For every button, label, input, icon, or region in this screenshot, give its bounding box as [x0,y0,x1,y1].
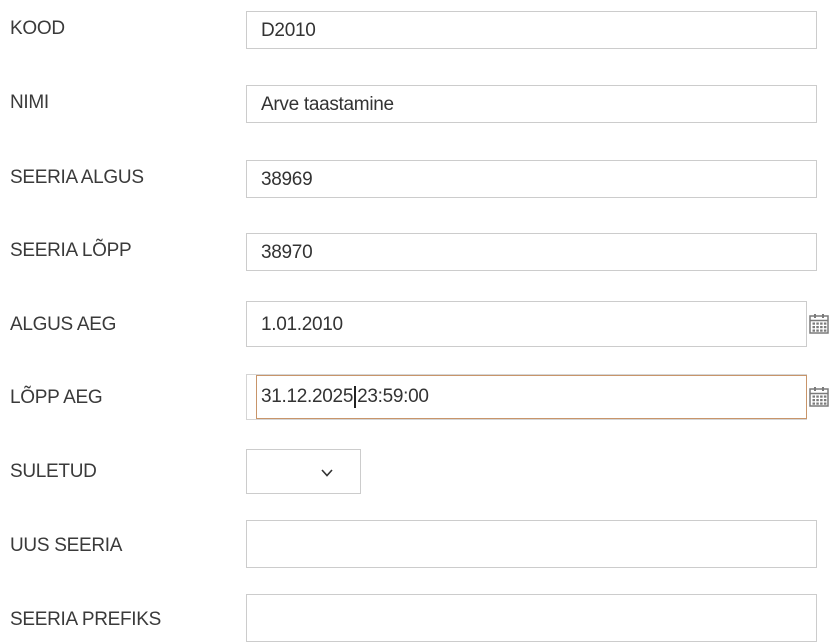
seeria-algus-value: 38969 [261,169,313,190]
kood-input[interactable]: D2010 [246,11,817,49]
label-suletud: SULETUD [10,461,97,482]
nimi-input[interactable]: Arve taastamine [246,85,817,123]
label-lopp-aeg: LÕPP AEG [10,387,103,408]
nimi-value: Arve taastamine [261,94,394,115]
text-caret [354,386,357,408]
algus-aeg-input[interactable]: 1.01.2010 [246,301,807,347]
label-uus-seeria: UUS SEERIA [10,535,123,556]
chevron-down-icon [321,469,333,477]
calendar-icon[interactable] [807,312,831,336]
seeria-lopp-input[interactable]: 38970 [246,233,817,271]
seeria-prefiks-input[interactable] [246,594,817,642]
algus-aeg-value: 1.01.2010 [261,314,343,335]
uus-seeria-input[interactable] [246,520,817,568]
label-kood: KOOD [10,18,65,39]
seeria-algus-input[interactable]: 38969 [246,160,817,198]
suletud-select[interactable] [246,449,361,494]
seeria-lopp-value: 38970 [261,242,313,263]
label-seeria-lopp: SEERIA LÕPP [10,240,132,261]
lopp-aeg-date: 31.12.2025 [261,386,354,407]
kood-value: D2010 [261,20,316,41]
label-seeria-algus: SEERIA ALGUS [10,167,144,188]
label-nimi: NIMI [10,92,49,113]
lopp-aeg-value: 31.12.2025 23:59:00 [261,386,429,408]
calendar-icon[interactable] [807,385,831,409]
lopp-aeg-time: 23:59:00 [357,386,429,407]
label-algus-aeg: ALGUS AEG [10,314,117,335]
label-seeria-prefiks: SEERIA PREFIKS [10,609,162,630]
lopp-aeg-input[interactable]: 31.12.2025 23:59:00 [256,375,807,419]
